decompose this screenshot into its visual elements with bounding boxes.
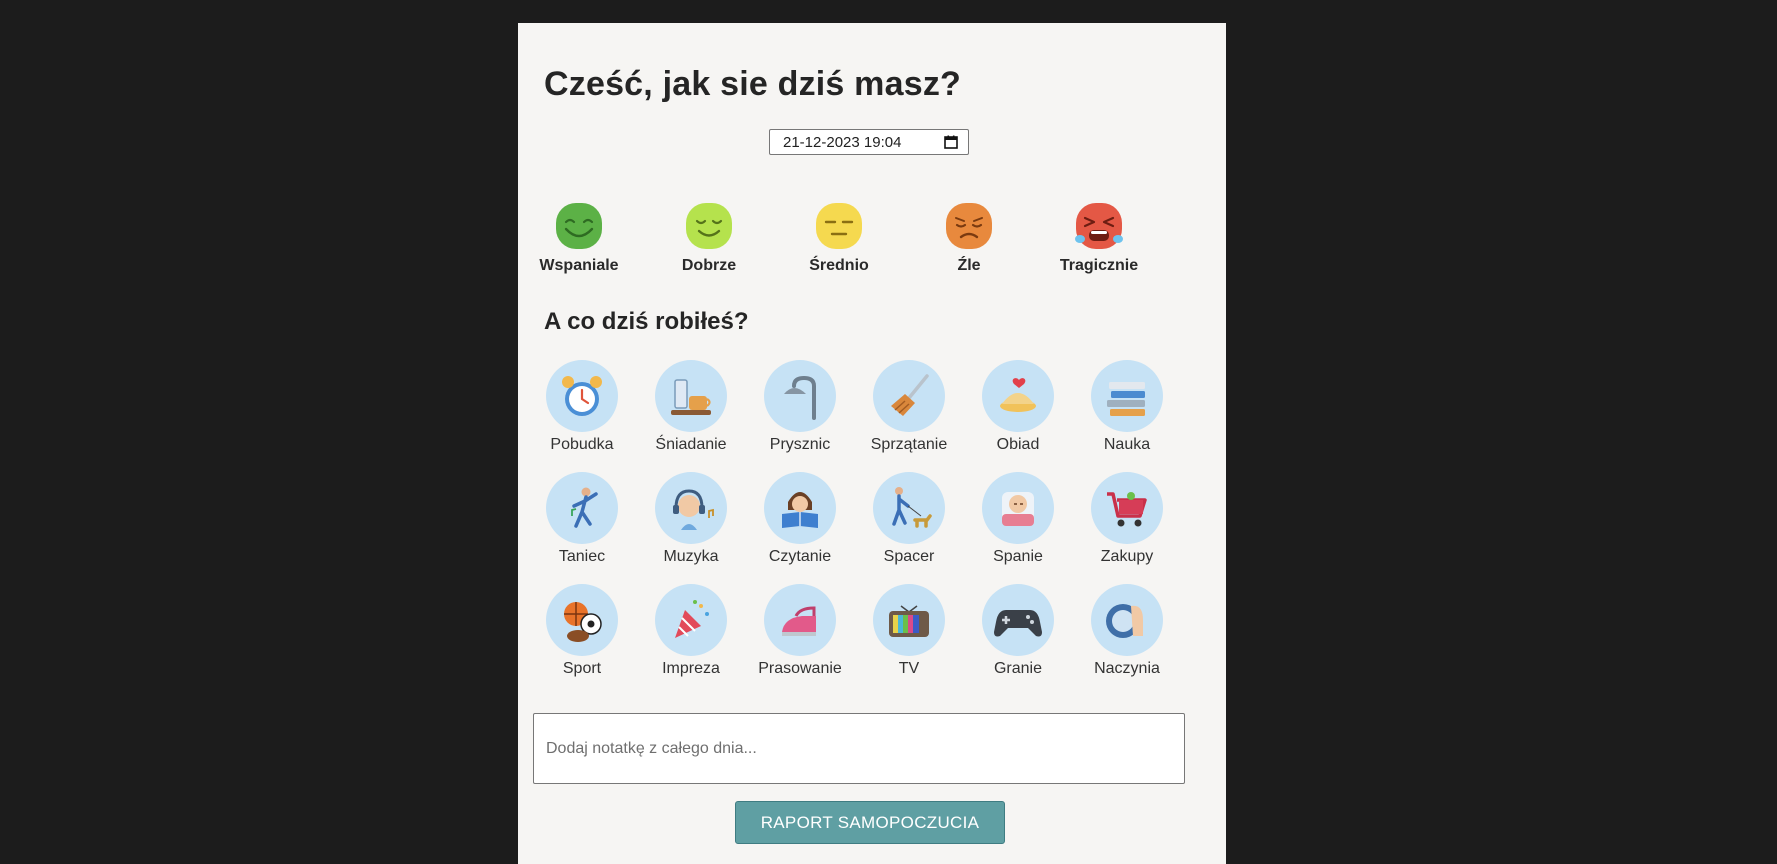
activity-label: Czytanie: [768, 548, 832, 565]
activity-label: Impreza: [662, 660, 720, 677]
activity-granie[interactable]: Granie: [982, 584, 1054, 678]
activity-nauka[interactable]: Nauka: [1091, 360, 1163, 454]
activity-label: Nauka: [1103, 436, 1151, 453]
mood-option-zle[interactable]: Źle: [928, 201, 1010, 275]
reading-icon: [782, 492, 818, 528]
activity-label: TV: [898, 660, 920, 677]
activity-tv[interactable]: TV: [873, 584, 945, 678]
activity-obiad[interactable]: Obiad: [982, 360, 1054, 454]
activity-label: Zakupy: [1100, 548, 1154, 565]
activity-label: Spanie: [993, 548, 1043, 565]
activity-label: Sprzątanie: [870, 436, 948, 453]
activity-impreza[interactable]: Impreza: [655, 584, 727, 678]
activity-label: Taniec: [558, 548, 606, 565]
activity-label: Naczynia: [1094, 660, 1160, 677]
activity-label: Prysznic: [769, 436, 831, 453]
daily-note-input[interactable]: [533, 713, 1185, 784]
mood-label: Tragicznie: [1059, 257, 1139, 274]
broom-icon: [891, 374, 929, 416]
sad-face-icon: [946, 203, 992, 249]
mood-label: Źle: [957, 257, 981, 274]
activity-label: Obiad: [996, 436, 1040, 453]
page-title: Cześć, jak sie dziś masz?: [544, 65, 961, 103]
party-popper-icon: [675, 600, 709, 638]
mood-label: Wspaniale: [539, 257, 619, 274]
headphones-icon: [673, 489, 714, 530]
mood-label: Dobrze: [681, 257, 737, 274]
activities-title: A co dziś robiłeś?: [544, 308, 749, 335]
activity-label: Sport: [562, 660, 602, 677]
neutral-face-icon: [816, 203, 862, 249]
calendar-icon[interactable]: [944, 135, 958, 149]
datetime-input[interactable]: 21-12-2023 19:04: [769, 129, 969, 155]
crying-face-icon: [1075, 203, 1123, 249]
activity-taniec[interactable]: Taniec: [546, 472, 618, 566]
shopping-cart-icon: [1107, 492, 1147, 527]
activity-spacer[interactable]: Spacer: [873, 472, 945, 566]
activity-sport[interactable]: Sport: [546, 584, 618, 678]
activity-sprzatanie[interactable]: Sprzątanie: [870, 360, 948, 454]
activity-label: Granie: [993, 660, 1043, 677]
dinner-icon: [1000, 378, 1036, 412]
activity-naczynia[interactable]: Naczynia: [1091, 584, 1163, 678]
books-icon: [1107, 382, 1145, 416]
activity-pobudka[interactable]: Pobudka: [546, 360, 618, 454]
dancer-icon: [571, 487, 598, 528]
activity-label: Pobudka: [550, 436, 614, 453]
mood-report-button[interactable]: RAPORT SAMOPOCZUCIA: [735, 801, 1005, 844]
activity-spanie[interactable]: Spanie: [982, 472, 1054, 566]
sleeping-icon: [1002, 492, 1034, 526]
activity-zakupy[interactable]: Zakupy: [1091, 472, 1163, 566]
grinning-face-icon: [556, 203, 602, 249]
activity-czytanie[interactable]: Czytanie: [764, 472, 836, 566]
smiling-face-icon: [686, 203, 732, 249]
breakfast-icon: [671, 379, 711, 415]
datetime-value: 21-12-2023 19:04: [783, 133, 902, 151]
mood-selector: Wspaniale Dobrze Średnio Źle Tragicznie: [538, 201, 1140, 275]
alarm-clock-icon: [562, 376, 602, 416]
gamepad-icon: [994, 610, 1042, 637]
mood-option-wspaniale[interactable]: Wspaniale: [538, 201, 620, 275]
activity-prasowanie[interactable]: Prasowanie: [758, 584, 842, 678]
iron-icon: [782, 606, 816, 636]
tv-icon: [889, 605, 929, 637]
dog-walk-icon: [892, 487, 932, 528]
mood-option-dobrze[interactable]: Dobrze: [668, 201, 750, 275]
mood-option-tragicznie[interactable]: Tragicznie: [1058, 201, 1140, 275]
activity-grid: Pobudka Śniadanie Prysznic Sprzątanie Ob…: [546, 360, 1163, 678]
activity-muzyka[interactable]: Muzyka: [655, 472, 727, 566]
balls-icon: [564, 602, 602, 642]
mood-label: Średnio: [809, 257, 869, 274]
activity-label: Śniadanie: [655, 436, 727, 453]
shower-icon: [784, 375, 816, 420]
activity-label: Muzyka: [663, 548, 719, 565]
mood-option-srednio[interactable]: Średnio: [798, 201, 880, 275]
dishes-icon: [1106, 604, 1143, 638]
activity-sniadanie[interactable]: Śniadanie: [655, 360, 727, 454]
activity-prysznic[interactable]: Prysznic: [764, 360, 836, 454]
activity-label: Spacer: [883, 548, 935, 565]
activity-label: Prasowanie: [758, 660, 842, 677]
mood-form-panel: Cześć, jak sie dziś masz? 21-12-2023 19:…: [518, 23, 1226, 864]
